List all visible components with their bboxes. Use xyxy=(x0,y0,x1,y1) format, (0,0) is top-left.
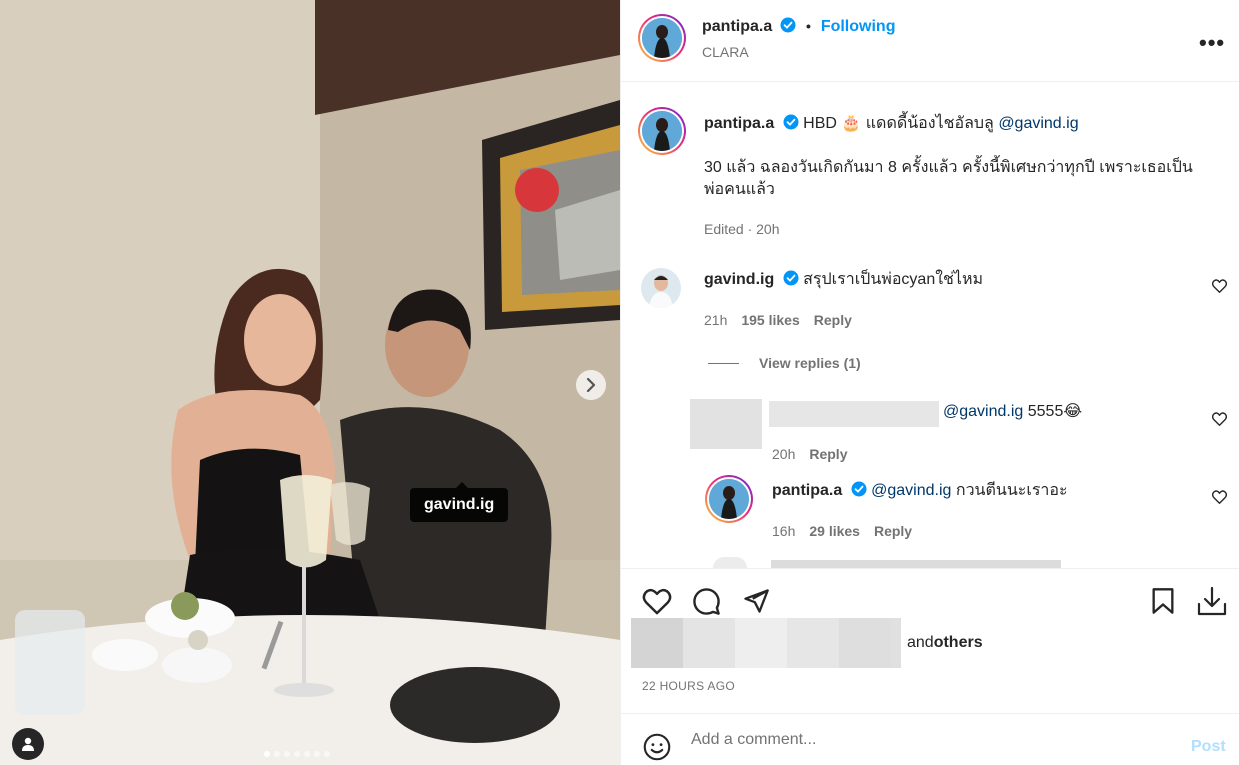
verified-badge-icon xyxy=(783,270,799,286)
next-comment-avatar xyxy=(713,557,747,568)
liked-by-row[interactable]: and others xyxy=(631,618,983,668)
comment-1-meta: 21h 195 likes Reply xyxy=(704,312,866,328)
reply-1-text: @gavind.ig 5555😂 xyxy=(943,401,1082,423)
verified-badge-icon xyxy=(783,114,799,130)
carousel-dot xyxy=(284,751,290,757)
blurred-liker xyxy=(735,618,787,668)
author-avatar[interactable] xyxy=(638,14,686,62)
post-photo xyxy=(0,0,620,765)
caption-text: HBD 🎂 แดดดี้น้องไชอัลบลู xyxy=(803,115,999,132)
blurred-liker xyxy=(839,618,891,668)
like-comment-heart-icon[interactable] xyxy=(1212,279,1227,293)
post-comment-button[interactable]: Post xyxy=(1191,738,1226,756)
user-icon xyxy=(22,737,34,751)
blurred-liker xyxy=(787,618,839,668)
next-photo-button[interactable] xyxy=(576,370,606,400)
reply-text: 5555😂 xyxy=(1023,403,1083,420)
comment-username[interactable]: gavind.ig xyxy=(704,271,774,288)
carousel-dot xyxy=(304,751,310,757)
reply-1-meta: 20h Reply xyxy=(772,446,861,462)
caption-line-1: pantipa.a HBD 🎂 แดดดี้น้องไชอัลบลู @gavi… xyxy=(704,113,1224,135)
carousel-indicator xyxy=(264,751,330,757)
blurred-liker xyxy=(891,618,901,668)
view-replies-line xyxy=(708,363,739,364)
location-link[interactable]: CLARA xyxy=(702,44,749,60)
comment-1: gavind.ig สรุปเราเป็นพ่อcyanใช่ไหม xyxy=(704,269,983,291)
verified-badge-icon xyxy=(851,481,867,497)
reply-avatar[interactable] xyxy=(705,475,753,523)
caption-line-3: พ่อคนแล้ว xyxy=(704,181,775,198)
like-comment-heart-icon[interactable] xyxy=(1212,490,1227,504)
reply-button[interactable]: Reply xyxy=(809,446,847,462)
comment-input[interactable] xyxy=(691,728,1171,752)
user-tag-label: gavind.ig xyxy=(424,496,495,513)
blurred-avatar xyxy=(690,399,762,449)
emoji-smiley-icon[interactable] xyxy=(643,733,671,761)
caption-body: 30 แล้ว ฉลองวันเกิดกันมา 8 ครั้งแล้ว ครั… xyxy=(704,157,1229,201)
following-button[interactable]: Following xyxy=(821,18,896,35)
blurred-liker xyxy=(631,618,683,668)
reply-2-meta: 16h 29 likes Reply xyxy=(772,523,926,539)
and-label: and xyxy=(907,634,934,651)
tagged-users-button[interactable] xyxy=(12,728,44,760)
carousel-dot xyxy=(324,751,330,757)
reply-text: กวนตีนนะเราอะ xyxy=(951,482,1068,499)
reply-mention[interactable]: @gavind.ig xyxy=(943,403,1023,420)
reply-2: pantipa.a @gavind.ig กวนตีนนะเราอะ xyxy=(772,480,1068,502)
reply-mention[interactable]: @gavind.ig xyxy=(871,482,951,499)
more-options-button[interactable]: ••• xyxy=(1199,30,1225,56)
view-replies-button[interactable]: View replies (1) xyxy=(759,355,861,371)
carousel-dot xyxy=(314,751,320,757)
blurred-liker xyxy=(683,618,735,668)
like-comment-heart-icon[interactable] xyxy=(1212,412,1227,426)
reply-button[interactable]: Reply xyxy=(874,523,912,539)
reply-time: 20h xyxy=(772,446,796,462)
caption-mention[interactable]: @gavind.ig xyxy=(998,115,1078,132)
comment-time: 21h xyxy=(704,312,728,328)
post-date[interactable]: 22 HOURS AGO xyxy=(642,679,735,693)
like-heart-icon[interactable] xyxy=(642,588,672,615)
share-paper-plane-icon[interactable] xyxy=(742,587,770,615)
comment-likes[interactable]: 195 likes xyxy=(741,312,799,328)
user-tag-bubble[interactable]: gavind.ig xyxy=(410,482,509,522)
save-bookmark-icon[interactable] xyxy=(1151,587,1175,615)
caption-meta: Edited · 20h xyxy=(704,221,780,237)
comment-bubble-icon[interactable] xyxy=(692,587,721,616)
commenter-avatar[interactable] xyxy=(641,268,681,308)
carousel-dot xyxy=(274,751,280,757)
reply-likes[interactable]: 29 likes xyxy=(809,523,860,539)
next-comment-preview xyxy=(771,560,1061,568)
post-header: pantipa.a • Following CLARA ••• xyxy=(621,0,1239,82)
carousel-dot xyxy=(264,751,270,757)
post-actions: and others 22 HOURS AGO xyxy=(621,568,1239,713)
separator-dot: • xyxy=(806,18,811,34)
carousel-dot xyxy=(294,751,300,757)
blurred-username xyxy=(769,401,939,427)
more-dots-icon: ••• xyxy=(1199,30,1226,55)
caption-line-2: 30 แล้ว ฉลองวันเกิดกันมา 8 ครั้งแล้ว ครั… xyxy=(704,159,1193,176)
author-username[interactable]: pantipa.a xyxy=(702,18,772,35)
verified-badge-icon xyxy=(780,17,796,33)
post-panel: pantipa.a • Following CLARA ••• pantipa.… xyxy=(620,0,1239,765)
chevron-right-icon xyxy=(586,378,596,392)
others-link[interactable]: others xyxy=(934,634,983,652)
caption-avatar[interactable] xyxy=(638,107,686,155)
reply-username[interactable]: pantipa.a xyxy=(772,482,842,499)
comment-composer: Post xyxy=(621,713,1239,765)
reply-time: 16h xyxy=(772,523,796,539)
comments-list[interactable]: pantipa.a HBD 🎂 แดดดี้น้องไชอัลบลู @gavi… xyxy=(621,83,1239,568)
comment-text: สรุปเราเป็นพ่อcyanใช่ไหม xyxy=(803,271,984,288)
post-media[interactable]: gavind.ig xyxy=(0,0,620,765)
download-icon[interactable] xyxy=(1196,586,1228,616)
reply-button[interactable]: Reply xyxy=(814,312,852,328)
caption-username[interactable]: pantipa.a xyxy=(704,115,774,132)
